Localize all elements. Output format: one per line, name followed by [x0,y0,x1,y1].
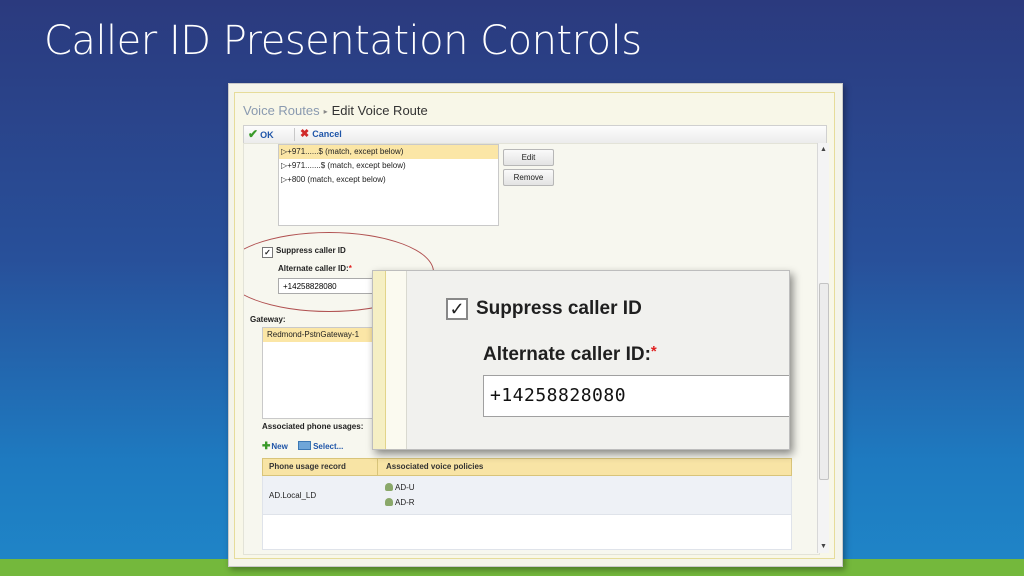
zoom-edge-strip [386,271,407,449]
x-icon: ✖ [300,128,310,140]
cancel-button[interactable]: ✖ Cancel [300,126,342,143]
policy-label: AD-R [395,498,415,507]
select-label: Select... [313,442,344,451]
pattern-item[interactable]: ▷+800 (match, except below) [279,173,498,187]
suppress-caller-id-checkbox[interactable]: ✓ Suppress caller ID [262,246,346,258]
scroll-up-icon[interactable]: ▲ [820,146,827,153]
number-pattern-list[interactable]: ▷+971......$ (match, except below) ▷+971… [278,144,499,226]
scroll-down-icon[interactable]: ▼ [820,543,827,550]
phone-usages-label: Associated phone usages: [262,422,364,431]
alternate-caller-id-label: Alternate caller ID:* [278,264,352,273]
policy-item: AD-U [385,480,415,495]
toolbar-divider [294,128,295,141]
cancel-label: Cancel [312,129,342,139]
required-asterisk: * [650,343,657,360]
zoom-suppress-caller-id-label: Suppress caller ID [476,298,642,319]
zoom-edge-strip [373,271,386,449]
edit-pattern-button[interactable]: Edit [503,149,554,166]
zoom-alternate-caller-id-input[interactable]: +14258828080 [483,375,789,417]
pattern-item[interactable]: ▷+971.......$ (match, except below) [279,159,498,173]
zoom-callout: ✓ Suppress caller ID Alternate caller ID:… [372,270,790,450]
gateway-label: Gateway: [250,315,286,324]
new-label: New [271,442,288,451]
checkbox-icon[interactable]: ✓ [262,247,273,258]
pattern-label: +800 (match, except below) [287,175,386,184]
policy-item: AD-R [385,495,415,510]
users-icon [385,498,393,506]
pattern-label: +971......$ (match, except below) [287,147,404,156]
usage-record-cell: AD.Local_LD [269,490,317,500]
breadcrumb-current: Edit Voice Route [331,103,428,118]
slide-title: Caller ID Presentation Controls [44,18,642,64]
checkmark-icon: ✔ [248,127,259,141]
table-row[interactable]: AD.Local_LD AD-U AD-R [262,476,792,515]
pattern-item[interactable]: ▷+971......$ (match, except below) [279,145,498,159]
breadcrumb: Voice Routes ▸ Edit Voice Route [243,103,428,118]
new-usage-button[interactable]: ✚New [262,441,288,452]
column-header[interactable]: Phone usage record [263,459,378,475]
action-toolbar: ✔ OK ✖ Cancel [243,125,827,144]
column-header[interactable]: Associated voice policies [378,459,483,475]
zoom-suppress-caller-id-checkbox[interactable]: ✓ Suppress caller ID [446,298,642,322]
table-empty-area [262,515,792,550]
ok-button[interactable]: ✔ OK [248,126,274,143]
zoom-alternate-caller-id-text: Alternate caller ID: [483,344,651,365]
policy-label: AD-U [395,483,415,492]
checkbox-icon[interactable]: ✓ [446,298,468,320]
breadcrumb-separator-icon: ▸ [323,107,328,116]
required-asterisk: * [348,264,352,273]
scrollbar-thumb[interactable] [819,283,829,480]
zoom-alternate-caller-id-label: Alternate caller ID:* [483,343,657,366]
table-header: Phone usage record Associated voice poli… [262,458,792,476]
alternate-caller-id-input[interactable]: +14258828080 [278,278,374,294]
phone-usages-toolbar: ✚New Select... [262,438,372,455]
suppress-caller-id-label: Suppress caller ID [276,246,346,255]
breadcrumb-voice-routes[interactable]: Voice Routes [243,103,320,118]
alternate-caller-id-text: Alternate caller ID: [278,264,349,273]
phone-usage-table: Phone usage record Associated voice poli… [262,458,792,550]
remove-pattern-button[interactable]: Remove [503,169,554,186]
vertical-scrollbar[interactable]: ▲ ▼ [817,143,829,553]
select-icon [298,441,312,450]
plus-icon: ✚ [262,441,271,452]
pattern-label: +971.......$ (match, except below) [287,161,406,170]
select-usage-button[interactable]: Select... [290,441,344,451]
users-icon [385,483,393,491]
voice-policies-cell: AD-U AD-R [377,476,415,514]
ok-label: OK [260,130,274,140]
